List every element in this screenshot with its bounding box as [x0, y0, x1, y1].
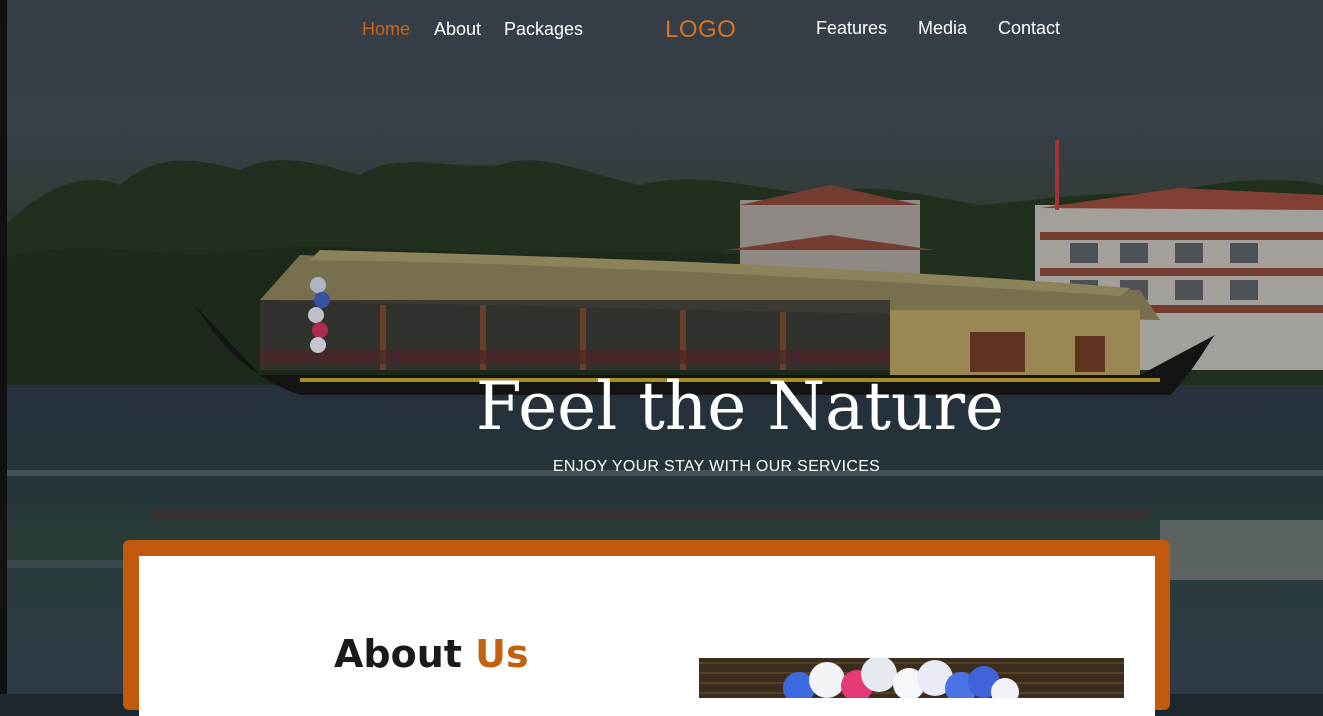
hero-title: Feel the Nature [475, 368, 1005, 445]
hero-subtitle: ENJOY YOUR STAY WITH OUR SERVICES [552, 458, 881, 475]
about-heading: About Us [334, 632, 529, 676]
site-logo[interactable]: LOGO [665, 16, 736, 44]
nav-item-packages[interactable]: Packages [504, 19, 583, 40]
nav-item-about[interactable]: About [434, 19, 481, 40]
about-heading-accent: Us [475, 632, 529, 676]
about-image [699, 658, 1124, 698]
nav-item-media[interactable]: Media [918, 18, 967, 39]
left-edge-strip [0, 0, 7, 694]
nav-item-contact[interactable]: Contact [998, 18, 1060, 39]
nav-item-home[interactable]: Home [362, 19, 410, 40]
nav-item-features[interactable]: Features [816, 18, 887, 39]
about-heading-main: About [334, 632, 462, 676]
balloons-image [699, 658, 1124, 698]
